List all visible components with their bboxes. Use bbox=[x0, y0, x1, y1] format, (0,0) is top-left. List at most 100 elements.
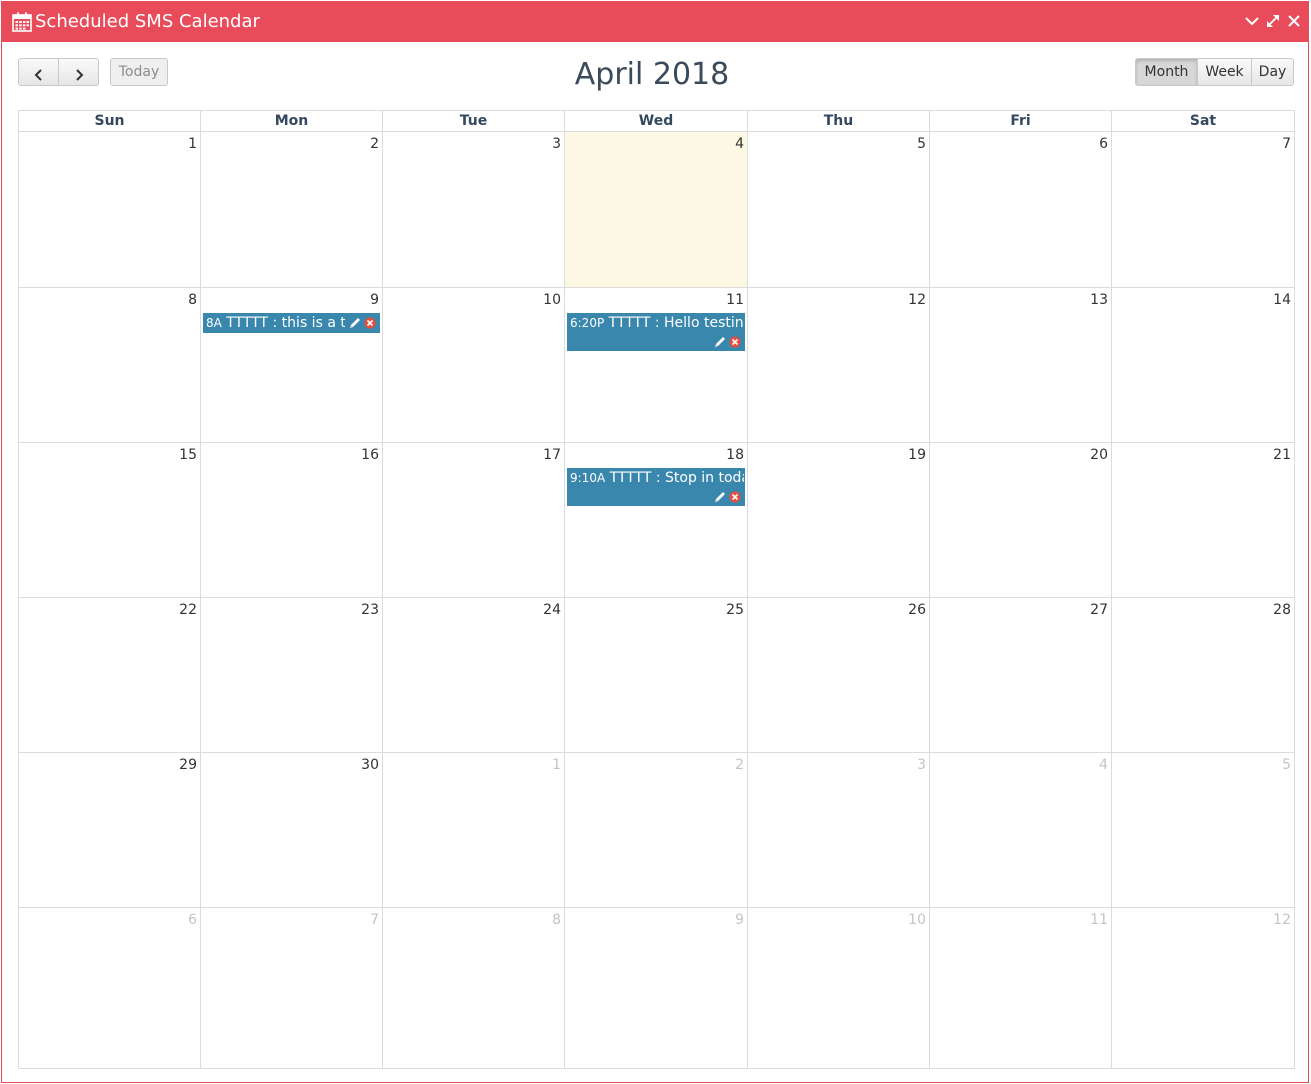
day-cell[interactable]: 1 bbox=[383, 753, 565, 908]
day-cell[interactable]: 7 bbox=[201, 908, 383, 1068]
day-cell[interactable]: 16 bbox=[201, 443, 383, 598]
week-view-button[interactable]: Week bbox=[1197, 58, 1252, 86]
day-number: 6 bbox=[1099, 136, 1108, 152]
day-cell[interactable]: 10 bbox=[748, 908, 930, 1068]
day-number: 29 bbox=[179, 757, 197, 773]
day-number: 9 bbox=[370, 292, 379, 308]
day-cell[interactable]: 7 bbox=[1112, 132, 1294, 288]
day-number: 21 bbox=[1273, 447, 1291, 463]
day-number: 3 bbox=[552, 136, 561, 152]
day-cell[interactable]: 9 bbox=[565, 908, 748, 1068]
day-header-sun: Sun bbox=[19, 111, 201, 132]
day-cell[interactable]: 12 bbox=[1112, 908, 1294, 1068]
day-cell[interactable]: 17 bbox=[383, 443, 565, 598]
day-cell[interactable]: 27 bbox=[930, 598, 1112, 753]
pencil-icon[interactable] bbox=[713, 490, 727, 504]
day-cell[interactable]: 8 bbox=[383, 908, 565, 1068]
day-cell[interactable]: 2 bbox=[201, 132, 383, 288]
day-cell[interactable]: 11 bbox=[930, 908, 1112, 1068]
pencil-icon[interactable] bbox=[713, 335, 727, 349]
expand-icon[interactable] bbox=[1264, 12, 1282, 30]
calendar-event[interactable]: 8A TTTTT : this is a te bbox=[203, 313, 380, 333]
day-cell[interactable]: 26 bbox=[748, 598, 930, 753]
day-cell[interactable]: 8 bbox=[19, 288, 201, 443]
day-number: 2 bbox=[370, 136, 379, 152]
close-icon[interactable] bbox=[1285, 12, 1303, 30]
day-cell[interactable]: 4 bbox=[930, 753, 1112, 908]
window-title: Scheduled SMS Calendar bbox=[35, 11, 260, 32]
day-number: 12 bbox=[1273, 912, 1291, 928]
day-cell[interactable]: 14 bbox=[1112, 288, 1294, 443]
month-view-button[interactable]: Month bbox=[1135, 58, 1198, 86]
delete-icon[interactable] bbox=[729, 491, 741, 503]
day-cell[interactable]: 2 bbox=[565, 753, 748, 908]
day-cell[interactable]: 22 bbox=[19, 598, 201, 753]
day-header-tue: Tue bbox=[383, 111, 565, 132]
day-cell[interactable]: 3 bbox=[383, 132, 565, 288]
day-number: 5 bbox=[917, 136, 926, 152]
chevron-left-icon bbox=[34, 69, 42, 81]
month-grid: Sun Mon Tue Wed Thu Fri Sat 1 2 3 4 5 6 7 8 9 8A TTTTT … bbox=[18, 110, 1295, 1069]
day-number: 20 bbox=[1090, 447, 1108, 463]
day-cell[interactable]: 15 bbox=[19, 443, 201, 598]
day-cell[interactable]: 18 9:10A TTTTT : Stop in toda bbox=[565, 443, 748, 598]
day-number: 3 bbox=[917, 757, 926, 773]
event-actions bbox=[713, 490, 741, 504]
day-cell[interactable]: 20 bbox=[930, 443, 1112, 598]
day-header-wed: Wed bbox=[565, 111, 748, 132]
day-number: 4 bbox=[1099, 757, 1108, 773]
day-number: 25 bbox=[726, 602, 744, 618]
title-bar: Scheduled SMS Calendar bbox=[2, 2, 1308, 42]
day-cell[interactable]: 28 bbox=[1112, 598, 1294, 753]
day-number: 18 bbox=[726, 447, 744, 463]
delete-icon[interactable] bbox=[729, 336, 741, 348]
calendar-window: Scheduled SMS Calendar Today April 2018 … bbox=[1, 1, 1309, 1083]
day-number: 2 bbox=[735, 757, 744, 773]
day-cell[interactable]: 5 bbox=[748, 132, 930, 288]
day-number: 17 bbox=[543, 447, 561, 463]
pencil-icon[interactable] bbox=[348, 316, 362, 330]
day-cell[interactable]: 25 bbox=[565, 598, 748, 753]
day-of-week-header: Sun Mon Tue Wed Thu Fri Sat bbox=[19, 111, 1294, 132]
day-cell[interactable]: 29 bbox=[19, 753, 201, 908]
day-number: 15 bbox=[179, 447, 197, 463]
day-header-sat: Sat bbox=[1189, 113, 1217, 129]
day-number: 7 bbox=[370, 912, 379, 928]
prev-month-button[interactable] bbox=[18, 58, 59, 86]
day-number: 1 bbox=[552, 757, 561, 773]
day-cell-today[interactable]: 4 bbox=[565, 132, 748, 288]
day-cell[interactable]: 23 bbox=[201, 598, 383, 753]
day-cell[interactable]: 6 bbox=[930, 132, 1112, 288]
calendar-title: April 2018 bbox=[574, 57, 730, 92]
day-cell[interactable]: 12 bbox=[748, 288, 930, 443]
calendar-icon bbox=[12, 12, 32, 32]
day-number: 23 bbox=[361, 602, 379, 618]
day-number: 10 bbox=[908, 912, 926, 928]
calendar-event[interactable]: 9:10A TTTTT : Stop in toda bbox=[567, 468, 745, 506]
day-number: 7 bbox=[1282, 136, 1291, 152]
day-cell[interactable]: 6 bbox=[19, 908, 201, 1068]
event-title: TTTTT : Hello testin bbox=[604, 315, 744, 331]
today-button[interactable]: Today bbox=[110, 58, 168, 86]
chevron-down-icon[interactable] bbox=[1243, 12, 1261, 30]
day-number: 30 bbox=[361, 757, 379, 773]
delete-icon[interactable] bbox=[364, 317, 376, 329]
day-cell[interactable]: 3 bbox=[748, 753, 930, 908]
day-number: 11 bbox=[1090, 912, 1108, 928]
day-number: 27 bbox=[1090, 602, 1108, 618]
day-view-button[interactable]: Day bbox=[1251, 58, 1294, 86]
next-month-button[interactable] bbox=[58, 58, 99, 86]
day-cell[interactable]: 1 bbox=[19, 132, 201, 288]
day-cell[interactable]: 19 bbox=[748, 443, 930, 598]
day-cell[interactable]: 5 bbox=[1112, 753, 1294, 908]
day-cell[interactable]: 13 bbox=[930, 288, 1112, 443]
day-cell[interactable]: 24 bbox=[383, 598, 565, 753]
day-number: 4 bbox=[735, 136, 744, 152]
day-cell[interactable]: 9 8A TTTTT : this is a te bbox=[201, 288, 383, 443]
day-cell[interactable]: 21 bbox=[1112, 443, 1294, 598]
calendar-event[interactable]: 6:20P TTTTT : Hello testin bbox=[567, 313, 745, 351]
day-cell[interactable]: 30 bbox=[201, 753, 383, 908]
day-cell[interactable]: 10 bbox=[383, 288, 565, 443]
day-cell[interactable]: 11 6:20P TTTTT : Hello testin bbox=[565, 288, 748, 443]
day-number: 28 bbox=[1273, 602, 1291, 618]
